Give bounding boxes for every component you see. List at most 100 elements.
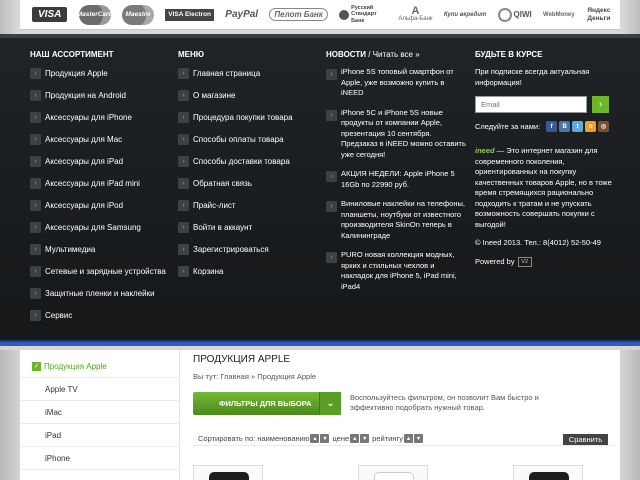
powered-by: Powered by V2: [475, 256, 615, 267]
footer-link[interactable]: › Аксессуары для iPad: [30, 155, 170, 168]
twitter-icon[interactable]: t: [572, 121, 584, 132]
page-margin-left: [0, 350, 20, 480]
russian-standard-bank-logo: Русский Стандарт Банк: [339, 5, 387, 25]
news-item[interactable]: › PURO новая коллекция модных, ярких и ст…: [326, 250, 466, 292]
bank-emblem-icon: [339, 9, 350, 20]
instagram-icon[interactable]: ◎: [598, 121, 610, 132]
footer-link[interactable]: › Аксессуары для iPad mini: [30, 177, 170, 190]
chevron-right-icon: ›: [178, 68, 189, 79]
footer-link[interactable]: › Процедура покупки товара: [178, 111, 318, 124]
footer-link[interactable]: › Аксессуары для Samsung: [30, 221, 170, 234]
sort-bar: Сортировать по: наименованию ▲ ▼ цене ▲ ▼ …: [193, 432, 613, 446]
subscribe-text: При подписке всегда актуальная информаци…: [475, 67, 590, 87]
footer-link[interactable]: › Способы доставки товара: [178, 155, 318, 168]
chevron-right-icon: ›: [30, 266, 41, 277]
news-item[interactable]: › iPhone 5S топовый смартфон от Apple, уж…: [326, 67, 466, 99]
maestro-logo: Maestro: [121, 4, 154, 25]
product-card[interactable]: [193, 465, 263, 480]
site-footer: НАШ АССОРТИМЕНТ › Продукция Apple › Продук…: [0, 34, 640, 340]
odnoklassniki-icon[interactable]: о: [585, 121, 597, 132]
webmoney-logo: WebMoney: [543, 11, 575, 18]
sidebar-item-iphone[interactable]: iPhone: [20, 447, 180, 470]
chevron-down-icon: ⌄: [319, 392, 341, 415]
chevron-right-icon: ›: [30, 288, 41, 299]
category-sidebar: ✓ Продукция Apple Apple TV iMac iPad iPho…: [20, 350, 180, 480]
vkontakte-icon[interactable]: B: [559, 121, 571, 132]
about-text: ineed — Это интернет магазин для совреме…: [475, 146, 612, 229]
sort-name-asc-icon[interactable]: ▲: [310, 434, 320, 443]
footer-link[interactable]: › Сетевые и зарядные устройства: [30, 265, 170, 278]
payment-methods-strip: VISA MasterCard Maestro VISA Electron Pa…: [0, 0, 640, 34]
footer-link[interactable]: › Прайс-лист: [178, 199, 318, 212]
footer-heading-news: НОВОСТИ / Читать все »: [326, 50, 420, 59]
footer-heading-subscribe: БУДЬТЕ В КУРСЕ: [475, 50, 543, 59]
chevron-right-icon: ›: [178, 222, 189, 233]
sort-name-desc-icon[interactable]: ▼: [320, 434, 330, 443]
chevron-right-icon: ›: [30, 222, 41, 233]
footer-link[interactable]: › Способы оплаты товара: [178, 133, 318, 146]
footer-link[interactable]: › Продукция на Android: [30, 89, 170, 102]
footer-link[interactable]: › Защитные пленки и наклейки: [30, 287, 170, 300]
sort-price-desc-icon[interactable]: ▼: [360, 434, 370, 443]
chevron-right-icon: ›: [30, 134, 41, 145]
read-all-news-link[interactable]: Читать все »: [373, 50, 420, 59]
social-links: Следуйте за нами: f B t о ◎: [475, 121, 615, 132]
footer-assortment-column: НАШ АССОРТИМЕНТ › Продукция Apple › Продук…: [30, 50, 170, 331]
sort-price-asc-icon[interactable]: ▲: [350, 434, 360, 443]
chevron-right-icon: ›: [30, 68, 41, 79]
visa-logo: VISA: [32, 7, 68, 22]
sort-rating-asc-icon[interactable]: ▲: [403, 434, 413, 443]
chevron-right-icon: ›: [326, 252, 337, 263]
v2-logo[interactable]: V2: [517, 256, 532, 267]
footer-link[interactable]: › Мультимедиа: [30, 243, 170, 256]
sidebar-item-ipad[interactable]: iPad: [20, 424, 180, 447]
sort-rating-desc-icon[interactable]: ▼: [413, 434, 423, 443]
chevron-right-icon: ›: [30, 112, 41, 123]
product-image: [209, 472, 249, 480]
sidebar-item-apple-tv[interactable]: Apple TV: [20, 378, 180, 401]
catalog-content: ✓ Продукция Apple Apple TV iMac iPad iPho…: [20, 350, 620, 480]
sidebar-item-imac[interactable]: iMac: [20, 401, 180, 424]
news-item[interactable]: › Виниловые наклейки на телефоны, планшет…: [326, 199, 466, 241]
subscribe-submit-button[interactable]: ›: [592, 96, 609, 113]
subscribe-form: ›: [475, 96, 615, 113]
pelot-bank-logo: Пелот Банк: [269, 8, 328, 21]
news-item[interactable]: › АКЦИЯ НЕДЕЛИ: Apple iPhone 5 16Gb по 22…: [326, 169, 466, 190]
page-title: ПРОДУКЦИЯ APPLE: [193, 354, 291, 365]
product-card[interactable]: [358, 465, 428, 480]
footer-link[interactable]: › Аксессуары для Mac: [30, 133, 170, 146]
social-label: Следуйте за нами:: [475, 122, 541, 131]
alfa-bank-logo: A Альфа-Банк: [398, 4, 433, 22]
footer-link[interactable]: › Корзина: [178, 265, 318, 278]
footer-link[interactable]: › Аксессуары для iPhone: [30, 111, 170, 124]
footer-link[interactable]: › Главная страница: [178, 67, 318, 80]
catalog-main: ПРОДУКЦИЯ APPLE Вы тут: Главная » Продук…: [193, 350, 613, 480]
ineed-brand: ineed: [475, 146, 495, 155]
footer-subscribe-column: БУДЬТЕ В КУРСЕ При подписке всегда актуа…: [475, 50, 615, 267]
chevron-right-icon: ›: [178, 134, 189, 145]
footer-link[interactable]: › Зарегистрироваться: [178, 243, 318, 256]
copyright: © Ineed 2013. Тел.: 8(4012) 52-50-49: [475, 238, 601, 247]
filters-button[interactable]: ФИЛЬТРЫ ДЛЯ ВЫБОРА ⌄: [193, 392, 341, 415]
compare-button[interactable]: Сравнить: [563, 434, 608, 445]
facebook-icon[interactable]: f: [546, 121, 558, 132]
footer-link[interactable]: › О магазине: [178, 89, 318, 102]
breadcrumb-home-link[interactable]: Главная: [220, 372, 249, 381]
news-item[interactable]: › iPhone 5C и iPhone 5S новые продукты от…: [326, 108, 466, 161]
chevron-right-icon: ›: [30, 178, 41, 189]
footer-link[interactable]: › Продукция Apple: [30, 67, 170, 80]
product-card[interactable]: [513, 465, 583, 480]
footer-heading-menu: МЕНЮ: [178, 50, 205, 59]
chevron-right-icon: ›: [30, 244, 41, 255]
chevron-right-icon: ›: [178, 266, 189, 277]
chevron-right-icon: ›: [178, 244, 189, 255]
chevron-right-icon: ›: [30, 200, 41, 211]
footer-link[interactable]: › Сервис: [30, 309, 170, 322]
product-image: [529, 472, 569, 480]
footer-link[interactable]: › Войти в аккаунт: [178, 221, 318, 234]
sidebar-item-apple-products[interactable]: ✓ Продукция Apple: [20, 355, 180, 378]
qiwi-ring-icon: [497, 7, 512, 22]
email-field[interactable]: [475, 96, 587, 113]
footer-link[interactable]: › Обратная связь: [178, 177, 318, 190]
footer-link[interactable]: › Аксессуары для iPod: [30, 199, 170, 212]
